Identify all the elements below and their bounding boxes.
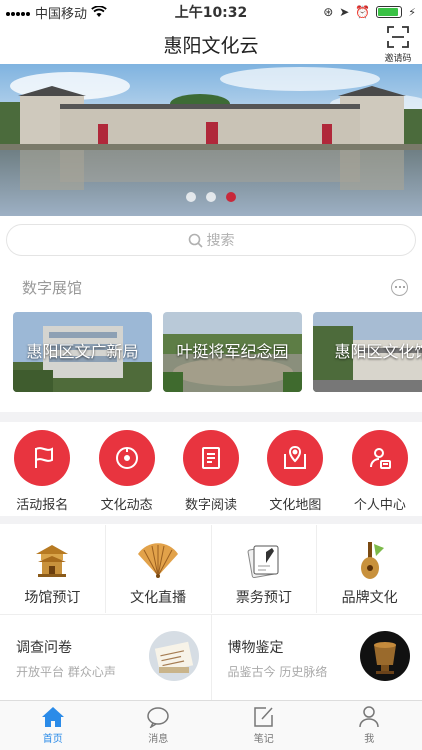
- ticket-icon: [244, 535, 284, 585]
- feature-label: 文化动态: [100, 498, 153, 513]
- rotation-lock-icon: ⊛: [323, 5, 334, 19]
- divider: [0, 412, 422, 422]
- user-card-icon: [351, 430, 408, 486]
- tab-bar: 首页 消息 笔记 我: [0, 700, 422, 750]
- tab-label: 首页: [42, 734, 63, 745]
- divider: [0, 516, 422, 524]
- signal-icon: [6, 5, 31, 20]
- feature-label: 文化地图: [269, 498, 322, 513]
- alarm-icon: ⏰: [355, 5, 371, 19]
- digital-hall-header: 数字展馆: [0, 270, 422, 304]
- hall-card[interactable]: 叶挺将军纪念园: [163, 312, 302, 392]
- banner-carousel[interactable]: [0, 64, 422, 216]
- tab-messages[interactable]: 消息: [106, 701, 212, 750]
- hall-carousel[interactable]: 惠阳区文广新局 叶挺将军纪念园 惠阳区文化馆: [13, 312, 422, 392]
- feature-label: 个人中心: [353, 498, 406, 513]
- battery-icon: [376, 6, 403, 18]
- feature-activity-signup[interactable]: 活动报名: [0, 424, 84, 514]
- instrument-icon: [350, 535, 390, 585]
- service-label: 场馆预订: [24, 590, 81, 606]
- service-label: 票务预订: [235, 590, 292, 606]
- note-edit-icon: [254, 707, 273, 727]
- fan-icon: [136, 535, 180, 585]
- banner-dot[interactable]: [186, 192, 196, 202]
- carrier-label: 中国移动: [35, 6, 88, 22]
- hall-label: 惠阳区文化馆: [334, 342, 422, 361]
- appraisal-thumbnail: [360, 631, 410, 681]
- wifi-icon: [91, 6, 107, 17]
- service-label: 品牌文化: [341, 590, 398, 606]
- feature-personal-center[interactable]: 个人中心: [338, 424, 422, 514]
- pavilion-icon: [32, 535, 72, 585]
- feature-menu: 活动报名 文化动态 数字阅读 文化地图 个人中心: [0, 424, 422, 514]
- banner-indicator: [0, 192, 422, 202]
- search-input[interactable]: 搜索: [6, 224, 416, 256]
- survey-card[interactable]: 调查问卷 开放平台 群众心声: [0, 615, 212, 700]
- tab-notes[interactable]: 笔记: [211, 701, 317, 750]
- book-icon: [183, 430, 240, 486]
- hall-label: 叶挺将军纪念园: [176, 342, 289, 361]
- hall-card[interactable]: 惠阳区文化馆: [313, 312, 422, 392]
- search-placeholder: 搜索: [206, 233, 235, 249]
- service-culture-live[interactable]: 文化直播: [106, 525, 212, 613]
- tab-me[interactable]: 我: [317, 701, 422, 750]
- page-title: 惠阳文化云: [163, 34, 259, 57]
- invite-code-button[interactable]: 邀请码: [384, 26, 412, 64]
- nav-bar: 惠阳文化云 邀请码: [0, 24, 422, 64]
- promo-cards: 调查问卷 开放平台 群众心声 博物鉴定 品鉴古今 历史脉络: [0, 614, 422, 700]
- tab-label: 消息: [148, 734, 169, 745]
- activity-icon: [98, 430, 155, 486]
- tab-home[interactable]: 首页: [0, 701, 106, 750]
- service-ticket-booking[interactable]: 票务预订: [212, 525, 318, 613]
- feature-label: 数字阅读: [185, 498, 238, 513]
- tab-label: 我: [364, 734, 375, 745]
- invite-code-label: 邀请码: [384, 54, 412, 64]
- section-title: 数字展馆: [22, 278, 83, 297]
- banner-dot-active[interactable]: [226, 192, 236, 202]
- chat-bubble-icon: [147, 707, 169, 728]
- service-grid: 场馆预订 文化直播 票务预订 品牌文化: [0, 525, 422, 613]
- scan-icon: [387, 26, 409, 48]
- hall-label: 惠阳区文广新局: [26, 342, 139, 361]
- service-brand-culture[interactable]: 品牌文化: [317, 525, 422, 613]
- feature-culture-news[interactable]: 文化动态: [84, 424, 168, 514]
- user-icon: [359, 706, 379, 728]
- search-icon: [188, 233, 203, 248]
- survey-thumbnail: [148, 631, 199, 681]
- hall-card[interactable]: 惠阳区文广新局: [13, 312, 152, 392]
- map-icon: [267, 430, 324, 486]
- feature-digital-reading[interactable]: 数字阅读: [169, 424, 253, 514]
- home-icon: [41, 707, 64, 727]
- appraisal-card[interactable]: 博物鉴定 品鉴古今 历史脉络: [212, 615, 422, 700]
- charging-icon: ⚡: [408, 5, 416, 19]
- tab-label: 笔记: [253, 734, 274, 745]
- feature-label: 活动报名: [16, 498, 69, 513]
- banner-dot[interactable]: [206, 192, 216, 202]
- service-venue-booking[interactable]: 场馆预订: [0, 525, 106, 613]
- location-icon: ➤: [339, 5, 350, 19]
- status-bar: 中国移动 上午10:32 ⊛ ➤ ⏰ ⚡: [0, 0, 422, 24]
- more-icon[interactable]: [391, 278, 408, 296]
- feature-culture-map[interactable]: 文化地图: [253, 424, 337, 514]
- service-label: 文化直播: [130, 590, 187, 606]
- flag-icon: [14, 430, 71, 486]
